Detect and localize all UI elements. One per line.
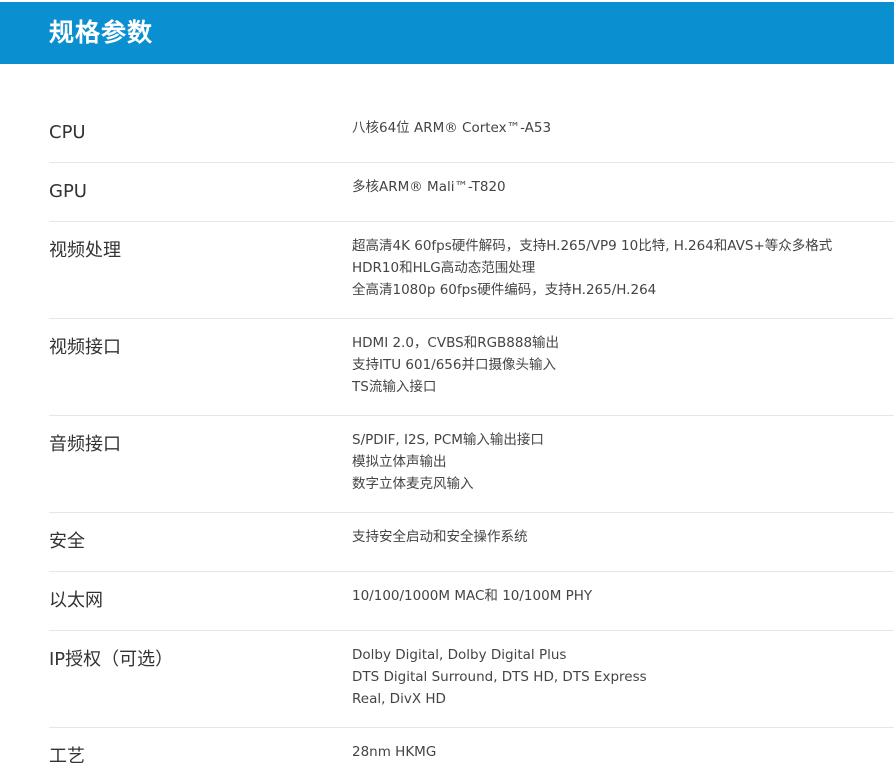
spec-value: 超高清4K 60fps硬件解码，支持H.265/VP9 10比特, H.264和… bbox=[352, 238, 833, 254]
spec-row-ip-license: IP授权（可选） Dolby Digital, Dolby Digital Pl… bbox=[49, 631, 894, 728]
spec-value: 八核64位 ARM® Cortex™-A53 bbox=[352, 120, 552, 136]
spec-table: CPU 八核64位 ARM® Cortex™-A53 GPU 多核ARM® Ma… bbox=[49, 104, 894, 778]
spec-value: 全高清1080p 60fps硬件编码，支持H.265/H.264 bbox=[352, 282, 657, 298]
spec-values: 支持安全启动和安全操作系统 bbox=[352, 526, 528, 548]
spec-values: 28nm HKMG bbox=[352, 741, 436, 763]
spec-values: HDMI 2.0，CVBS和RGB888输出 支持ITU 601/656并口摄像… bbox=[352, 332, 559, 398]
spec-value: 数字立体麦克风输入 bbox=[352, 476, 474, 492]
spec-row-cpu: CPU 八核64位 ARM® Cortex™-A53 bbox=[49, 104, 894, 163]
spec-label: IP授权（可选） bbox=[49, 649, 174, 670]
spec-label: 安全 bbox=[49, 531, 85, 552]
spec-value: TS流输入接口 bbox=[352, 379, 437, 395]
spec-label: 工艺 bbox=[49, 746, 85, 767]
spec-value: 支持ITU 601/656并口摄像头输入 bbox=[352, 357, 556, 373]
spec-row-audio-interface: 音频接口 S/PDIF, I2S, PCM输入输出接口 模拟立体声输出 数字立体… bbox=[49, 416, 894, 513]
spec-label: 视频处理 bbox=[49, 240, 121, 261]
spec-values: 超高清4K 60fps硬件解码，支持H.265/VP9 10比特, H.264和… bbox=[352, 235, 832, 301]
spec-values: 八核64位 ARM® Cortex™-A53 bbox=[352, 117, 551, 139]
spec-value: 10/100/1000M MAC和 10/100M PHY bbox=[352, 588, 593, 604]
spec-row-video-processing: 视频处理 超高清4K 60fps硬件解码，支持H.265/VP9 10比特, H… bbox=[49, 222, 894, 319]
spec-values: Dolby Digital, Dolby Digital Plus DTS Di… bbox=[352, 644, 647, 710]
spec-label: 视频接口 bbox=[49, 337, 121, 358]
spec-values: S/PDIF, I2S, PCM输入输出接口 模拟立体声输出 数字立体麦克风输入 bbox=[352, 429, 544, 495]
spec-value: 模拟立体声输出 bbox=[352, 454, 447, 470]
spec-value: 28nm HKMG bbox=[352, 744, 437, 760]
spec-value: 支持安全启动和安全操作系统 bbox=[352, 529, 528, 545]
spec-value: Real, DivX HD bbox=[352, 691, 446, 707]
page-title: 规格参数 bbox=[49, 18, 154, 47]
spec-label: 以太网 bbox=[49, 590, 103, 611]
spec-row-video-interface: 视频接口 HDMI 2.0，CVBS和RGB888输出 支持ITU 601/65… bbox=[49, 319, 894, 416]
spec-value: DTS Digital Surround, DTS HD, DTS Expres… bbox=[352, 669, 647, 685]
spec-row-ethernet: 以太网 10/100/1000M MAC和 10/100M PHY bbox=[49, 572, 894, 631]
spec-label: GPU bbox=[49, 181, 87, 202]
spec-label: CPU bbox=[49, 122, 86, 143]
spec-value: HDMI 2.0，CVBS和RGB888输出 bbox=[352, 335, 560, 351]
spec-value: S/PDIF, I2S, PCM输入输出接口 bbox=[352, 432, 544, 448]
spec-value: 多核ARM® Mali™-T820 bbox=[352, 179, 506, 195]
spec-values: 多核ARM® Mali™-T820 bbox=[352, 176, 506, 198]
spec-row-security: 安全 支持安全启动和安全操作系统 bbox=[49, 513, 894, 572]
spec-value: HDR10和HLG高动态范围处理 bbox=[352, 260, 536, 276]
section-header: 规格参数 bbox=[0, 2, 894, 64]
spec-values: 10/100/1000M MAC和 10/100M PHY bbox=[352, 585, 592, 607]
spec-label: 音频接口 bbox=[49, 434, 121, 455]
spec-value: Dolby Digital, Dolby Digital Plus bbox=[352, 647, 567, 663]
spec-row-process: 工艺 28nm HKMG bbox=[49, 728, 894, 778]
spec-row-gpu: GPU 多核ARM® Mali™-T820 bbox=[49, 163, 894, 222]
